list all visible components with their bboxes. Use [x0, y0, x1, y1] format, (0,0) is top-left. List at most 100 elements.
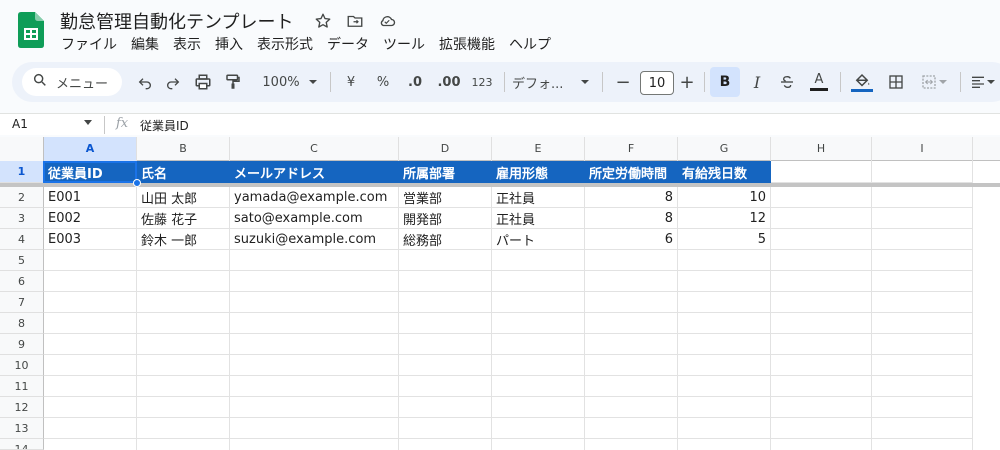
formula-input[interactable]: 従業員ID: [140, 117, 189, 134]
cell-department[interactable]: 開発部: [399, 208, 492, 229]
row-header[interactable]: 9: [0, 334, 44, 355]
row-header[interactable]: 6: [0, 271, 44, 292]
empty-cell[interactable]: [492, 313, 585, 334]
column-header-g[interactable]: G: [678, 137, 771, 161]
cell-scheduled-hours[interactable]: 8: [585, 187, 678, 208]
empty-cell[interactable]: [585, 376, 678, 397]
strikethrough-icon[interactable]: [774, 62, 800, 102]
cell-employment-type[interactable]: パート: [492, 229, 585, 250]
empty-cell[interactable]: [771, 334, 872, 355]
empty-cell[interactable]: [585, 313, 678, 334]
empty-cell[interactable]: [137, 271, 230, 292]
zoom-dropdown-icon[interactable]: [306, 62, 320, 102]
column-header-a[interactable]: A: [44, 137, 137, 161]
empty-cell[interactable]: [585, 418, 678, 439]
row-header[interactable]: 5: [0, 250, 44, 271]
empty-cell[interactable]: [771, 397, 872, 418]
column-header-h[interactable]: H: [771, 137, 872, 161]
document-title[interactable]: 勤怠管理自動化テンプレート: [60, 8, 293, 34]
merge-cells-icon[interactable]: [914, 62, 954, 102]
empty-cell[interactable]: [399, 418, 492, 439]
empty-cell[interactable]: [678, 313, 771, 334]
empty-cell[interactable]: [585, 292, 678, 313]
empty-cell[interactable]: [771, 439, 872, 450]
empty-cell[interactable]: [44, 418, 137, 439]
empty-cell[interactable]: [44, 334, 137, 355]
empty-cell[interactable]: [137, 292, 230, 313]
empty-cell[interactable]: [872, 187, 973, 208]
move-folder-icon[interactable]: [344, 11, 366, 31]
empty-cell[interactable]: [230, 397, 399, 418]
empty-cell[interactable]: [230, 355, 399, 376]
empty-cell[interactable]: [399, 397, 492, 418]
menu-file[interactable]: ファイル: [54, 35, 124, 55]
empty-cell[interactable]: [492, 355, 585, 376]
empty-cell[interactable]: [399, 271, 492, 292]
cell-email[interactable]: yamada@example.com: [230, 187, 399, 208]
empty-cell[interactable]: [230, 418, 399, 439]
empty-cell[interactable]: [137, 334, 230, 355]
borders-icon[interactable]: [882, 62, 910, 102]
empty-cell[interactable]: [872, 439, 973, 450]
empty-cell[interactable]: [585, 355, 678, 376]
header-cell-employment-type[interactable]: 雇用形態: [492, 161, 585, 183]
column-header-e[interactable]: E: [492, 137, 585, 161]
header-cell-email[interactable]: メールアドレス: [230, 161, 399, 183]
menu-view[interactable]: 表示: [166, 35, 208, 55]
column-header-c[interactable]: C: [230, 137, 399, 161]
empty-cell[interactable]: [771, 355, 872, 376]
cell-employee-id[interactable]: E003: [44, 229, 137, 250]
empty-cell[interactable]: [230, 292, 399, 313]
empty-cell[interactable]: [872, 355, 973, 376]
empty-cell[interactable]: [771, 418, 872, 439]
sheets-logo-icon[interactable]: [18, 12, 44, 48]
column-header-f[interactable]: F: [585, 137, 678, 161]
empty-cell[interactable]: [137, 418, 230, 439]
empty-cell[interactable]: [44, 313, 137, 334]
star-icon[interactable]: [312, 11, 334, 31]
cell-paid-leave[interactable]: 5: [678, 229, 771, 250]
cell-email[interactable]: suzuki@example.com: [230, 229, 399, 250]
empty-cell[interactable]: [230, 313, 399, 334]
empty-cell[interactable]: [230, 334, 399, 355]
cell-employment-type[interactable]: 正社員: [492, 208, 585, 229]
zoom-value[interactable]: 100%: [256, 62, 306, 102]
empty-cell[interactable]: [399, 334, 492, 355]
empty-cell[interactable]: [771, 161, 872, 183]
empty-cell[interactable]: [872, 271, 973, 292]
empty-cell[interactable]: [872, 208, 973, 229]
empty-cell[interactable]: [492, 439, 585, 450]
empty-cell[interactable]: [771, 250, 872, 271]
empty-cell[interactable]: [872, 229, 973, 250]
row-header[interactable]: 10: [0, 355, 44, 376]
empty-cell[interactable]: [44, 397, 137, 418]
print-icon[interactable]: [190, 62, 216, 102]
empty-cell[interactable]: [678, 439, 771, 450]
empty-cell[interactable]: [399, 439, 492, 450]
empty-cell[interactable]: [230, 376, 399, 397]
empty-cell[interactable]: [137, 397, 230, 418]
empty-cell[interactable]: [872, 250, 973, 271]
empty-cell[interactable]: [492, 334, 585, 355]
undo-icon[interactable]: [132, 62, 158, 102]
empty-cell[interactable]: [492, 250, 585, 271]
menu-extensions[interactable]: 拡張機能: [432, 35, 502, 55]
empty-cell[interactable]: [44, 250, 137, 271]
font-dropdown-icon[interactable]: [578, 62, 592, 102]
row-header[interactable]: 12: [0, 397, 44, 418]
empty-cell[interactable]: [771, 376, 872, 397]
empty-cell[interactable]: [678, 376, 771, 397]
row-header[interactable]: 7: [0, 292, 44, 313]
empty-cell[interactable]: [585, 271, 678, 292]
empty-cell[interactable]: [872, 161, 973, 183]
empty-cell[interactable]: [771, 292, 872, 313]
cell-employee-id[interactable]: E001: [44, 187, 137, 208]
increase-decimal-button[interactable]: .00: [432, 62, 466, 102]
empty-cell[interactable]: [678, 418, 771, 439]
empty-cell[interactable]: [44, 292, 137, 313]
empty-cell[interactable]: [137, 355, 230, 376]
row-header[interactable]: 2: [0, 187, 44, 208]
empty-cell[interactable]: [585, 439, 678, 450]
empty-cell[interactable]: [585, 397, 678, 418]
empty-cell[interactable]: [585, 334, 678, 355]
